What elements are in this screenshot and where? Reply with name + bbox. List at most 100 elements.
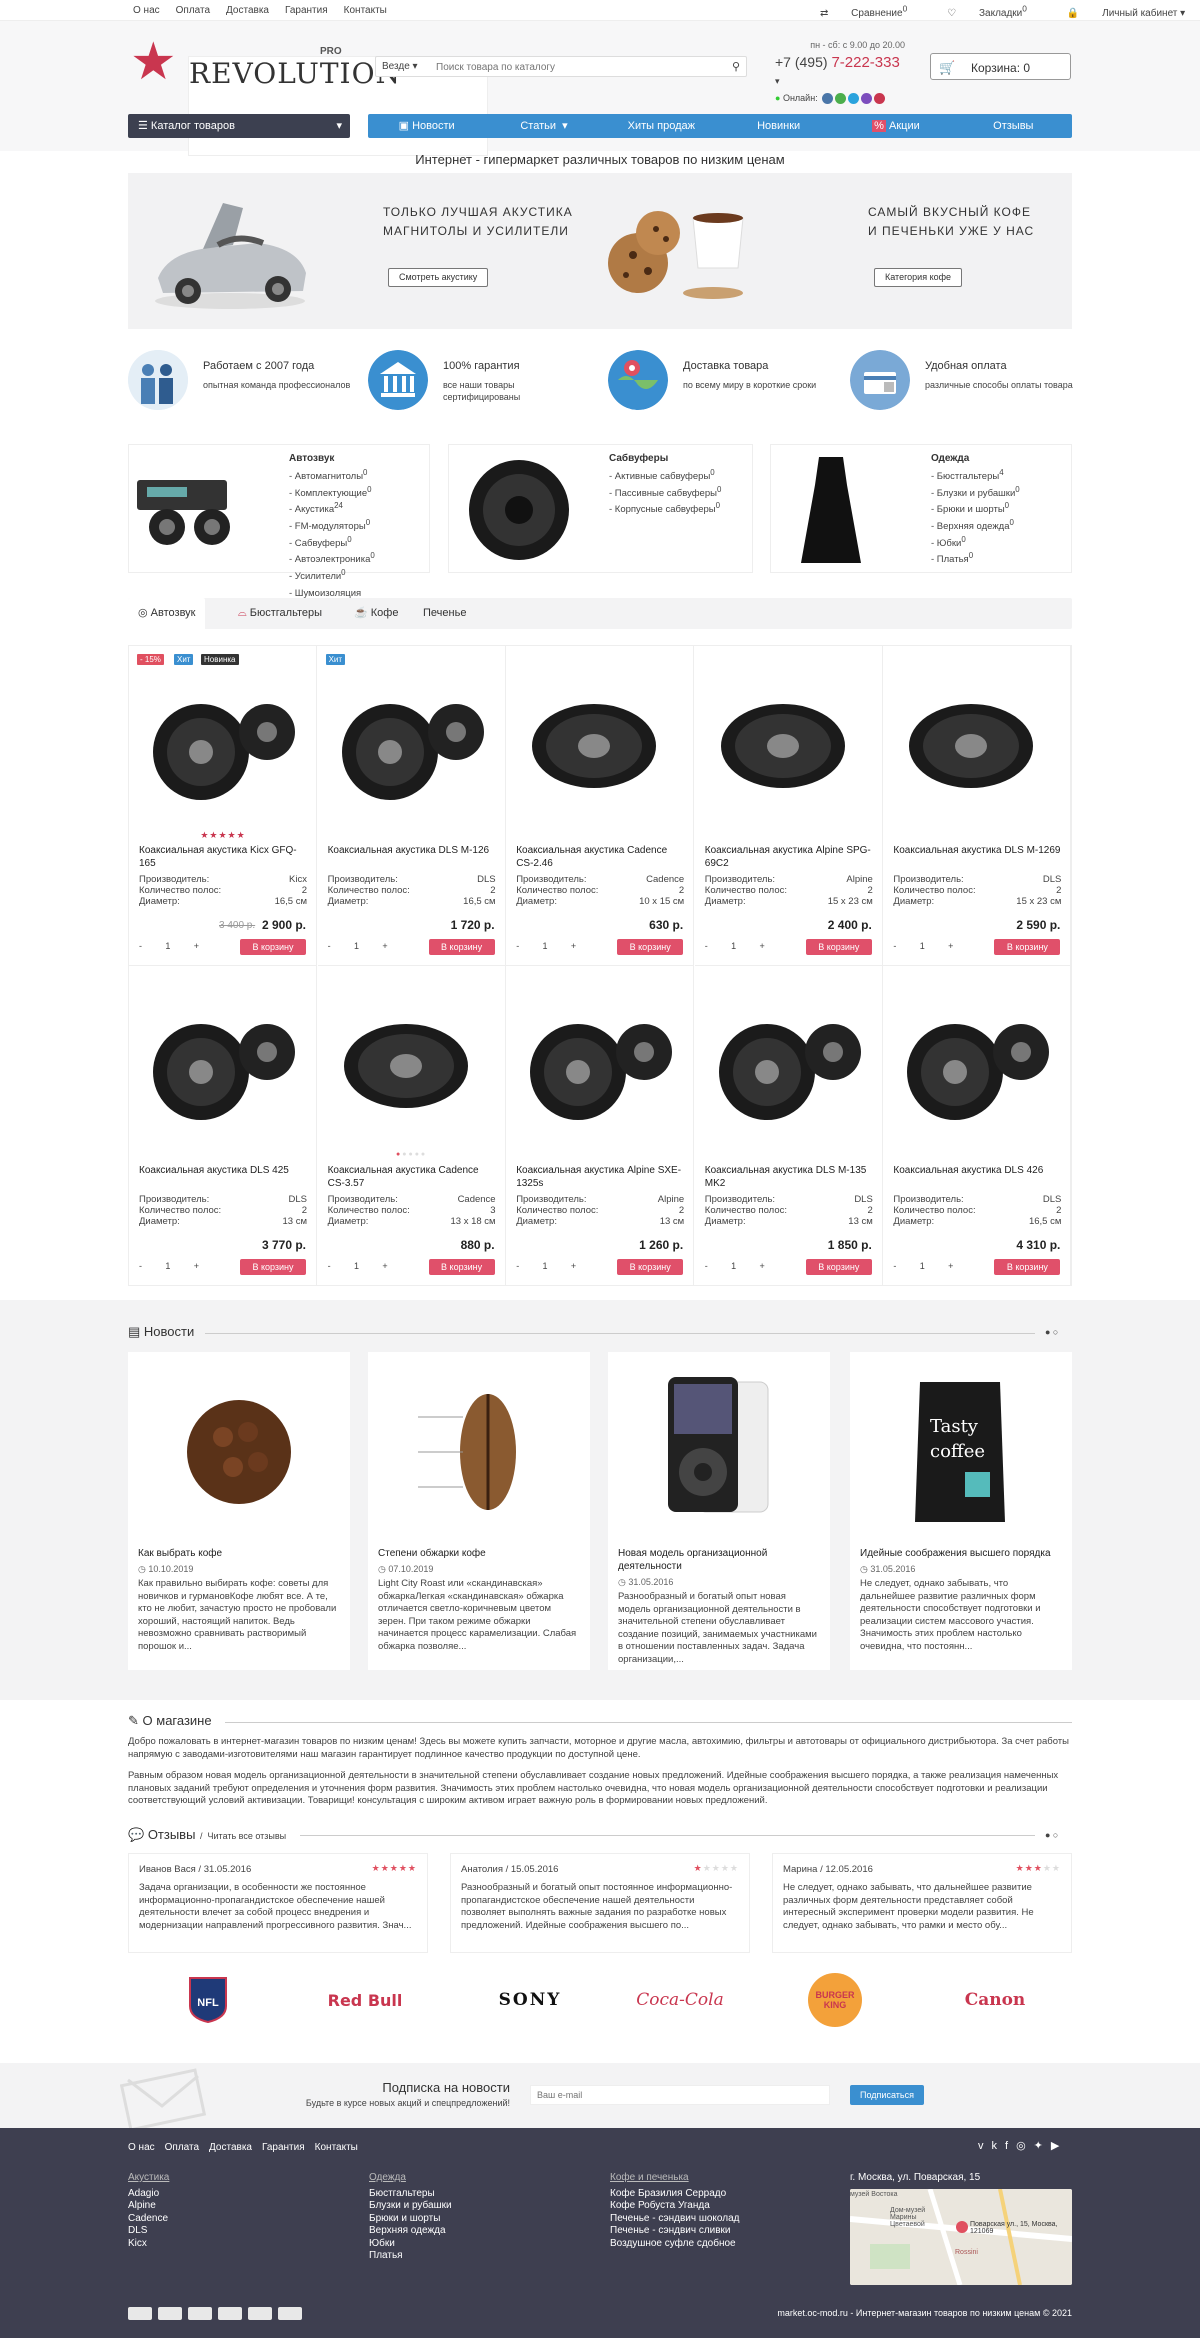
product-image[interactable] [893, 996, 1061, 1146]
category-link[interactable]: - Автомагнитолы0 [289, 467, 375, 484]
reviews-pager[interactable]: ● ○ [1045, 1830, 1058, 1840]
footer-link[interactable]: О нас [128, 2142, 155, 2153]
footer-column-link[interactable]: Платья [369, 2250, 452, 2263]
minus-button[interactable]: - [328, 941, 331, 951]
nav-item-reviews[interactable]: Отзывы [955, 114, 1072, 138]
nav-item-new[interactable]: Новинки [720, 114, 837, 138]
minus-button[interactable]: - [893, 1261, 896, 1271]
tab-autosound[interactable]: ◎ Автозвук [128, 598, 206, 629]
quantity-value[interactable]: 1 [354, 1261, 359, 1271]
plus-button[interactable]: + [571, 1261, 576, 1271]
quantity-stepper[interactable]: - 1 + [705, 1261, 765, 1271]
product-card[interactable]: Коаксиальная акустика DLS M-135 MK2 Произ… [694, 966, 883, 1286]
minus-button[interactable]: - [328, 1261, 331, 1271]
whatsapp-icon[interactable] [835, 93, 847, 105]
view-acoustics-button[interactable]: Смотреть акустику [388, 268, 489, 287]
brand-canon[interactable]: Canon [950, 1975, 1040, 2025]
tab-cookies[interactable]: Печенье [423, 598, 466, 629]
category-title[interactable]: Одежда [931, 453, 969, 464]
nav-item-hits[interactable]: Хиты продаж [603, 114, 720, 138]
quantity-stepper[interactable]: - 1 + [328, 941, 388, 951]
quantity-stepper[interactable]: - 1 + [705, 941, 765, 951]
minus-button[interactable]: - [139, 1261, 142, 1271]
subscribe-button[interactable]: Подписаться [850, 2085, 924, 2105]
category-link[interactable]: - Усилители0 [289, 567, 375, 584]
category-link[interactable]: - Сабвуферы0 [289, 534, 375, 551]
quantity-value[interactable]: 1 [165, 1261, 170, 1271]
news-card-title[interactable]: Степени обжарки кофе [378, 1547, 580, 1560]
product-image[interactable] [516, 676, 684, 826]
add-to-cart-button[interactable]: В корзину [805, 939, 872, 955]
footer-column-link[interactable]: Верхняя одежда [369, 2225, 452, 2238]
footer-column-link[interactable]: Печенье - сэндвич сливки [610, 2225, 739, 2238]
product-card[interactable]: - 15% Хит Новинка ★★★★★ Коаксиальная акустик… [129, 646, 317, 966]
quantity-value[interactable]: 1 [165, 941, 170, 951]
news-pager[interactable]: ● ○ [1045, 1327, 1058, 1337]
product-image[interactable] [893, 676, 1061, 826]
brand-redbull[interactable]: Red Bull [320, 1975, 410, 2025]
news-card-title[interactable]: Как выбрать кофе [138, 1547, 340, 1560]
telegram-icon[interactable] [848, 93, 860, 105]
image-slider-dots[interactable]: ●●●●● [318, 1151, 506, 1158]
footer-column-title[interactable]: Одежда [369, 2172, 452, 2185]
plus-button[interactable]: + [194, 1261, 199, 1271]
quantity-value[interactable]: 1 [354, 941, 359, 951]
product-card[interactable]: Коаксиальная акустика DLS M-1269 Производ… [883, 646, 1072, 966]
product-card[interactable]: ●●●●● Коаксиальная акустика Cadence CS-3.… [317, 966, 506, 1286]
category-link[interactable]: - Акустика24 [289, 500, 375, 517]
product-name[interactable]: Коаксиальная акустика Cadence CS-2.46 [516, 844, 684, 870]
top-link[interactable]: О нас [133, 5, 160, 16]
footer-column-title[interactable]: Кофе и печенька [610, 2172, 739, 2185]
add-to-cart-button[interactable]: В корзину [805, 1259, 872, 1275]
quantity-value[interactable]: 1 [731, 1261, 736, 1271]
plus-button[interactable]: + [760, 941, 765, 951]
category-link[interactable]: - Верхняя одежда0 [931, 517, 1020, 534]
news-card[interactable]: Tasty coffee Идейные соображения высшего … [850, 1352, 1072, 1670]
minus-button[interactable]: - [516, 941, 519, 951]
quantity-stepper[interactable]: - 1 + [516, 941, 576, 951]
plus-button[interactable]: + [194, 941, 199, 951]
product-name[interactable]: Коаксиальная акустика Cadence CS-3.57 [328, 1164, 496, 1190]
viber-icon[interactable] [861, 93, 873, 105]
product-image[interactable] [705, 676, 873, 826]
product-card[interactable]: Хит Коаксиальная акустика DLS M-126 Произв… [317, 646, 506, 966]
top-link[interactable]: Доставка [226, 5, 269, 16]
top-link[interactable]: Контакты [344, 5, 387, 16]
product-name[interactable]: Коаксиальная акустика Alpine SXE-1325s [516, 1164, 684, 1190]
footer-column-link[interactable]: Cadence [128, 2213, 169, 2226]
add-to-cart-button[interactable]: В корзину [428, 1259, 495, 1275]
quantity-stepper[interactable]: - 1 + [893, 941, 953, 951]
product-image[interactable] [328, 996, 496, 1146]
product-name[interactable]: Коаксиальная акустика DLS 426 [893, 1164, 1061, 1190]
footer-link[interactable]: Гарантия [262, 2142, 305, 2153]
product-name[interactable]: Коаксиальная акустика DLS M-1269 [893, 844, 1061, 870]
instagram-icon[interactable] [874, 93, 886, 105]
add-to-cart-button[interactable]: В корзину [240, 939, 306, 955]
tab-coffee[interactable]: ☕ Кофе [354, 598, 398, 629]
category-title[interactable]: Сабвуферы [609, 453, 668, 464]
twitter-icon[interactable]: ✦ [1034, 2140, 1051, 2152]
quantity-value[interactable]: 1 [920, 941, 925, 951]
nav-item-news[interactable]: ▣ Новости [368, 114, 485, 138]
minus-button[interactable]: - [139, 941, 142, 951]
category-title[interactable]: Автозвук [289, 453, 334, 464]
news-card[interactable]: Новая модель организационной деятельност… [608, 1352, 830, 1670]
category-link[interactable]: - Бюстгальтеры4 [931, 467, 1020, 484]
add-to-cart-button[interactable]: В корзину [240, 1259, 306, 1275]
logo[interactable]: ★ REVOLUTION PRO [130, 36, 488, 156]
add-to-cart-button[interactable]: В корзину [617, 939, 684, 955]
footer-column-link[interactable]: Alpine [128, 2200, 169, 2213]
top-link[interactable]: Гарантия [285, 5, 328, 16]
news-card[interactable]: Как выбрать кофе ◷ 10.10.2019 Как правил… [128, 1352, 350, 1670]
add-to-cart-button[interactable]: В корзину [428, 939, 495, 955]
category-link[interactable]: - Блузки и рубашки0 [931, 484, 1020, 501]
quantity-stepper[interactable]: - 1 + [328, 1261, 388, 1271]
plus-button[interactable]: + [382, 941, 387, 951]
footer-column-link[interactable]: Юбки [369, 2238, 452, 2251]
add-to-cart-button[interactable]: В корзину [617, 1259, 684, 1275]
footer-link[interactable]: Доставка [209, 2142, 252, 2153]
product-name[interactable]: Коаксиальная акустика DLS M-135 MK2 [705, 1164, 873, 1190]
add-to-cart-button[interactable]: В корзину [994, 939, 1061, 955]
brand-nfl[interactable]: NFL [168, 1975, 248, 2025]
quantity-stepper[interactable]: - 1 + [516, 1261, 576, 1271]
